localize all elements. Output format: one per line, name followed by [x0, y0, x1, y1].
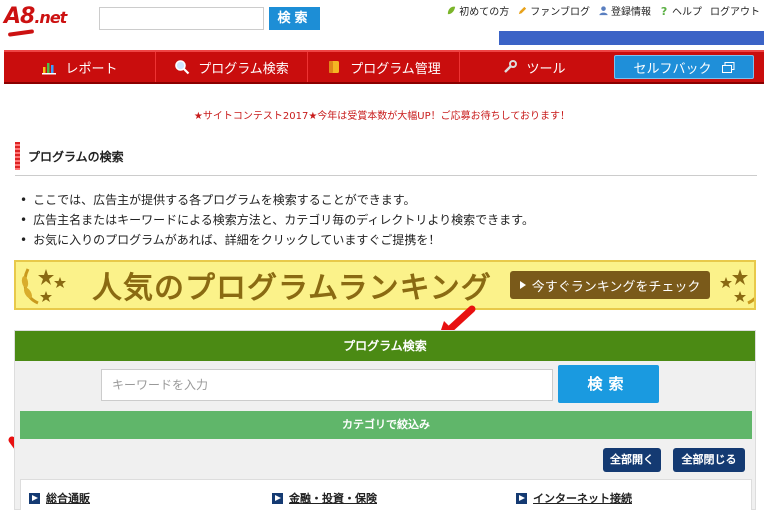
- util-link-beginner[interactable]: 初めての方: [446, 2, 509, 18]
- tag-icon: [329, 61, 340, 73]
- page-title: プログラムの検索: [15, 142, 124, 170]
- category-link-finance[interactable]: 金融・投資・保険: [272, 490, 377, 506]
- wrench-icon: [504, 60, 518, 73]
- logo-swoosh: [7, 29, 35, 37]
- logo-suffix: .net: [34, 8, 67, 27]
- keyword-placeholder: キーワードを入力: [112, 378, 209, 392]
- intro-list: ここでは、広告主が提供する各プログラムを検索することができます。 広告主名または…: [20, 190, 534, 250]
- leaf-icon: [448, 6, 456, 14]
- triangle-right-icon: [29, 492, 40, 504]
- title-accent-bar: [15, 142, 20, 170]
- selfback-button[interactable]: セルフバック: [614, 55, 754, 79]
- top-search-button[interactable]: 検索: [269, 7, 320, 30]
- expand-all-button[interactable]: 全部開く: [603, 448, 661, 472]
- triangle-right-icon: [272, 492, 283, 504]
- banner-headline: 人気のプログラムランキング: [92, 271, 492, 306]
- list-item: ここでは、広告主が提供する各プログラムを検索することができます。: [20, 190, 534, 210]
- svg-text:?: ?: [661, 5, 667, 16]
- laurel-stars-icon: [21, 268, 66, 305]
- program-search-title: プログラム検索: [15, 331, 755, 361]
- title-divider: [15, 175, 757, 176]
- util-link-logout[interactable]: ログアウト: [710, 2, 760, 18]
- a8-logo[interactable]: A8.net: [4, 4, 84, 38]
- utility-links: 初めての方 ファンブログ 登録情報 ? ヘルプ ログアウト: [446, 2, 760, 18]
- keyword-search-button[interactable]: 検索: [558, 365, 659, 403]
- nav-item-program-manage[interactable]: プログラム管理: [308, 52, 460, 82]
- list-item: お気に入りのプログラムがあれば、詳細をクリックしていますぐご提携を！: [20, 230, 534, 250]
- triangle-right-icon: [516, 492, 527, 504]
- play-icon: [519, 281, 526, 289]
- util-link-fanblog[interactable]: ファンブログ: [517, 2, 590, 18]
- user-icon: [599, 5, 608, 15]
- laurel-stars-icon: [720, 269, 754, 305]
- window-icon: [721, 61, 734, 73]
- category-link-general-mail-order[interactable]: 総合通販: [29, 490, 90, 506]
- question-icon: ?: [661, 5, 667, 16]
- header-blue-bar: [499, 31, 764, 45]
- nav-item-report[interactable]: レポート: [4, 52, 156, 82]
- list-item: 広告主名またはキーワードによる検索方法と、カテゴリ毎のディレクトリより検索できま…: [20, 210, 534, 230]
- ranking-banner[interactable]: 人気のプログラムランキング 今すぐランキングをチェック: [14, 260, 756, 310]
- util-link-help[interactable]: ? ヘルプ: [659, 2, 702, 18]
- pencil-icon: [519, 6, 527, 14]
- collapse-all-button[interactable]: 全部閉じる: [673, 448, 745, 472]
- chart-icon: [42, 63, 57, 75]
- util-link-account[interactable]: 登録情報: [598, 2, 651, 18]
- magnifier-icon: [175, 60, 190, 75]
- category-link-internet[interactable]: インターネット接続: [516, 490, 632, 506]
- nav-item-tools[interactable]: ツール: [460, 52, 608, 82]
- ranking-check-button[interactable]: 今すぐランキングをチェック: [509, 271, 711, 299]
- program-search-panel: プログラム検索 キーワードを入力 検索 カテゴリで絞込み 全部開く 全部閉じる …: [14, 330, 756, 510]
- logo-text: A8: [4, 4, 35, 29]
- keyword-input[interactable]: キーワードを入力: [101, 369, 553, 401]
- nav-item-program-search[interactable]: プログラム検索: [156, 52, 308, 82]
- main-nav: レポート プログラム検索 プログラム管理 ツール セルフバック: [4, 50, 764, 84]
- top-search-input[interactable]: [99, 7, 264, 30]
- campaign-notice[interactable]: ★サイトコンテスト2017★今年は受賞本数が大幅UP！ご応募お待ちしております！: [0, 107, 764, 122]
- category-filter-bar[interactable]: カテゴリで絞込み: [20, 411, 752, 439]
- category-list: 総合通販 金融・投資・保険 インターネット接続: [20, 479, 752, 510]
